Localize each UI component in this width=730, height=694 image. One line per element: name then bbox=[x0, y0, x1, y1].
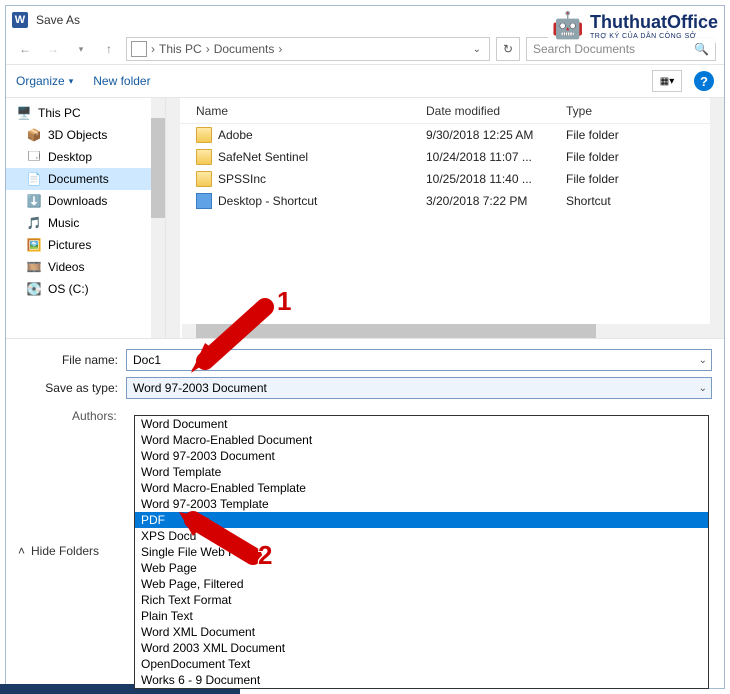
search-placeholder: Search Documents bbox=[533, 42, 635, 56]
tree-videos[interactable]: 🎞️Videos bbox=[6, 256, 165, 278]
download-icon: ⬇️ bbox=[26, 193, 42, 209]
type-option[interactable]: OpenDocument Text bbox=[135, 656, 708, 672]
tree-this-pc[interactable]: 🖥️This PC bbox=[6, 102, 165, 124]
desktop-icon: 🗔 bbox=[26, 149, 42, 165]
document-icon: 📄 bbox=[26, 171, 42, 187]
type-option[interactable]: Word 97-2003 Template bbox=[135, 496, 708, 512]
tree-scroll-thumb[interactable] bbox=[151, 118, 165, 218]
col-name[interactable]: Name bbox=[166, 104, 426, 118]
type-option[interactable]: Word 97-2003 Document bbox=[135, 448, 708, 464]
saveastype-dropdown[interactable]: Word DocumentWord Macro-Enabled Document… bbox=[134, 415, 709, 689]
folder-icon bbox=[196, 171, 212, 187]
col-type[interactable]: Type bbox=[566, 104, 666, 118]
watermark-tagline: TRỢ KÝ CỦA DÂN CÔNG SỞ bbox=[590, 33, 718, 40]
type-option[interactable]: Web Page, Filtered bbox=[135, 576, 708, 592]
watermark: 🤖 ThuthuatOffice TRỢ KÝ CỦA DÂN CÔNG SỞ bbox=[548, 8, 722, 43]
drive-icon: 💽 bbox=[26, 281, 42, 297]
pc-icon: 🖥️ bbox=[16, 105, 32, 121]
hide-folders-toggle[interactable]: ˄ Hide Folders bbox=[18, 544, 99, 558]
breadcrumb[interactable]: › This PC › Documents › ⌄ bbox=[126, 37, 490, 61]
chevron-right-icon: › bbox=[204, 42, 212, 56]
type-option[interactable]: Word 2003 XML Document bbox=[135, 640, 708, 656]
type-option[interactable]: Plain Text bbox=[135, 608, 708, 624]
crumb-documents[interactable]: Documents bbox=[214, 42, 275, 56]
chevron-right-icon: › bbox=[276, 42, 284, 56]
help-button[interactable]: ? bbox=[694, 71, 714, 91]
tree-music[interactable]: 🎵Music bbox=[6, 212, 165, 234]
folder-icon bbox=[196, 149, 212, 165]
organize-menu[interactable]: Organize ▾ bbox=[16, 74, 73, 88]
chevron-down-icon: ▾ bbox=[69, 76, 74, 87]
type-option[interactable]: Word Macro-Enabled Template bbox=[135, 480, 708, 496]
saveastype-label: Save as type: bbox=[18, 381, 126, 395]
type-option[interactable]: Word XML Document bbox=[135, 624, 708, 640]
tree-pictures[interactable]: 🖼️Pictures bbox=[6, 234, 165, 256]
music-icon: 🎵 bbox=[26, 215, 42, 231]
view-options-button[interactable]: ▦▾ bbox=[652, 70, 682, 92]
new-folder-button[interactable]: New folder bbox=[93, 74, 150, 88]
type-option[interactable]: Single File Web Page bbox=[135, 544, 708, 560]
type-option[interactable]: PDF bbox=[135, 512, 708, 528]
pc-icon bbox=[131, 41, 147, 57]
list-item[interactable]: Adobe9/30/2018 12:25 AMFile folder bbox=[166, 124, 724, 146]
recent-dropdown[interactable]: ▾ bbox=[70, 38, 92, 60]
up-button[interactable]: ↑ bbox=[98, 38, 120, 60]
tree-documents[interactable]: 📄Documents bbox=[6, 168, 165, 190]
list-header: Name Date modified Type bbox=[166, 98, 724, 124]
list-item[interactable]: SPSSInc10/25/2018 11:40 ...File folder bbox=[166, 168, 724, 190]
type-option[interactable]: Word Document bbox=[135, 416, 708, 432]
chevron-down-icon[interactable]: ⌄ bbox=[699, 383, 707, 394]
tree-os-c[interactable]: 💽OS (C:) bbox=[6, 278, 165, 300]
breadcrumb-dropdown[interactable]: ⌄ bbox=[469, 44, 485, 55]
list-item[interactable]: Desktop - Shortcut3/20/2018 7:22 PMShort… bbox=[166, 190, 724, 212]
refresh-button[interactable]: ↻ bbox=[496, 37, 520, 61]
type-option[interactable]: Word Macro-Enabled Document bbox=[135, 432, 708, 448]
list-v-scrollbar[interactable] bbox=[710, 98, 724, 338]
type-option[interactable]: XPS Docu bbox=[135, 528, 708, 544]
tree-3d-objects[interactable]: 📦3D Objects bbox=[6, 124, 165, 146]
folder-icon bbox=[196, 127, 212, 143]
back-button[interactable]: ← bbox=[14, 38, 36, 60]
tree-desktop[interactable]: 🗔Desktop bbox=[6, 146, 165, 168]
list-h-thumb[interactable] bbox=[196, 324, 596, 338]
type-option[interactable]: Word Template bbox=[135, 464, 708, 480]
crumb-this-pc[interactable]: This PC bbox=[159, 42, 202, 56]
file-list: Name Date modified Type Adobe9/30/2018 1… bbox=[166, 98, 724, 338]
forward-button[interactable]: → bbox=[42, 38, 64, 60]
cube-icon: 📦 bbox=[26, 127, 42, 143]
watermark-brand: ThuthuatOffice bbox=[590, 12, 718, 32]
list-gutter bbox=[166, 98, 180, 338]
explorer-body: 🖥️This PC 📦3D Objects 🗔Desktop 📄Document… bbox=[6, 98, 724, 338]
robot-icon: 🤖 bbox=[552, 10, 584, 41]
saveastype-combo[interactable]: Word 97-2003 Document ⌄ bbox=[126, 377, 712, 399]
search-icon: 🔍 bbox=[694, 42, 709, 56]
filename-label: File name: bbox=[18, 353, 126, 367]
word-app-icon: W bbox=[12, 12, 28, 28]
list-item[interactable]: SafeNet Sentinel10/24/2018 11:07 ...File… bbox=[166, 146, 724, 168]
tree-downloads[interactable]: ⬇️Downloads bbox=[6, 190, 165, 212]
video-icon: 🎞️ bbox=[26, 259, 42, 275]
authors-label: Authors: bbox=[72, 409, 117, 423]
chevron-up-icon: ˄ bbox=[18, 544, 25, 558]
shortcut-icon bbox=[196, 193, 212, 209]
toolbar: Organize ▾ New folder ▦▾ ? bbox=[6, 64, 724, 98]
nav-tree: 🖥️This PC 📦3D Objects 🗔Desktop 📄Document… bbox=[6, 98, 166, 338]
type-option[interactable]: Rich Text Format bbox=[135, 592, 708, 608]
filename-input[interactable]: Doc1 ⌄ bbox=[126, 349, 712, 371]
col-date[interactable]: Date modified bbox=[426, 104, 566, 118]
chevron-down-icon[interactable]: ⌄ bbox=[699, 355, 707, 366]
type-option[interactable]: Web Page bbox=[135, 560, 708, 576]
chevron-right-icon: › bbox=[149, 42, 157, 56]
picture-icon: 🖼️ bbox=[26, 237, 42, 253]
type-option[interactable]: Works 6 - 9 Document bbox=[135, 672, 708, 688]
